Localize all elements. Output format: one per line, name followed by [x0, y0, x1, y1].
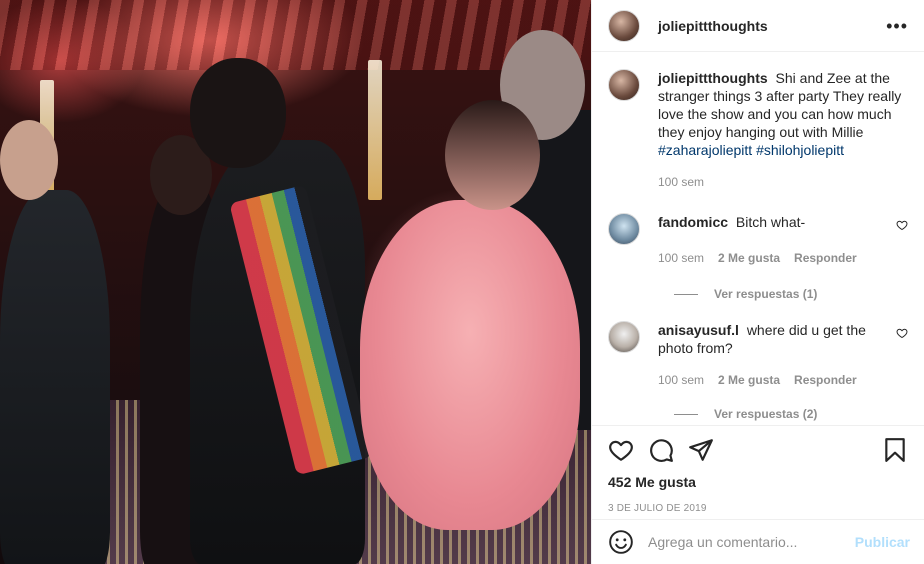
- share-icon[interactable]: [688, 437, 714, 463]
- photo-person-boy-head: [0, 120, 58, 200]
- comment-likes[interactable]: 2 Me gusta: [718, 371, 780, 389]
- comment-likes[interactable]: 2 Me gusta: [718, 249, 780, 267]
- view-replies-label: Ver respuestas (2): [714, 407, 818, 421]
- photo-person-pink-dress: [360, 200, 580, 530]
- more-horizontal-icon[interactable]: •••: [886, 17, 908, 35]
- comment-text-block: anisayusuf.l where did u get the photo f…: [658, 321, 888, 357]
- comment-time[interactable]: 100 sem: [658, 371, 704, 389]
- replies-divider: [674, 413, 698, 415]
- comment-icon[interactable]: [648, 437, 674, 463]
- replies-divider: [674, 293, 698, 295]
- avatar[interactable]: [608, 9, 640, 42]
- comment-avatar[interactable]: [608, 321, 640, 353]
- caption-username[interactable]: joliepittthoughts: [658, 70, 768, 86]
- caption-text-block: joliepittthoughts Shi and Zee at the str…: [658, 69, 908, 159]
- hashtag-link[interactable]: #shilohjoliepitt: [756, 142, 844, 158]
- post-date[interactable]: 3 DE JULIO DE 2019: [608, 503, 908, 514]
- comment-input[interactable]: [648, 534, 855, 550]
- post-header: joliepittthoughts •••: [592, 0, 924, 52]
- photo-light-pillar: [368, 60, 382, 200]
- action-icons: [608, 436, 908, 464]
- comment-item: fandomicc Bitch what- 100 sem 2 Me gusta…: [608, 213, 908, 267]
- hashtag-link[interactable]: #zaharajoliepitt: [658, 142, 752, 158]
- bookmark-icon[interactable]: [882, 437, 908, 463]
- caption-meta: 100 sem: [658, 173, 908, 191]
- emoji-icon[interactable]: [608, 529, 634, 555]
- comment-item: anisayusuf.l where did u get the photo f…: [608, 321, 908, 389]
- publish-button[interactable]: Publicar: [855, 534, 910, 550]
- caption-time[interactable]: 100 sem: [658, 173, 704, 191]
- comment-meta: 100 sem 2 Me gusta Responder: [658, 249, 888, 267]
- reply-button[interactable]: Responder: [794, 371, 857, 389]
- caption-avatar[interactable]: [608, 69, 640, 101]
- comment-username[interactable]: fandomicc: [658, 214, 728, 230]
- view-replies-button[interactable]: Ver respuestas (1): [674, 287, 908, 301]
- comment-username[interactable]: anisayusuf.l: [658, 322, 739, 338]
- heart-icon[interactable]: [608, 437, 634, 463]
- likes-count[interactable]: 452 Me gusta: [608, 474, 908, 490]
- comment-avatar[interactable]: [608, 213, 640, 245]
- post-panel: joliepittthoughts ••• joliepittthoughts …: [591, 0, 924, 564]
- photo-person-pink-dress-head: [445, 100, 540, 210]
- view-replies-button[interactable]: Ver respuestas (2): [674, 407, 908, 421]
- comment-text: Bitch what-: [735, 214, 806, 230]
- comment-time[interactable]: 100 sem: [658, 249, 704, 267]
- comments-list[interactable]: joliepittthoughts Shi and Zee at the str…: [592, 53, 924, 425]
- caption: joliepittthoughts Shi and Zee at the str…: [608, 69, 908, 191]
- comment-heart-icon[interactable]: [896, 327, 908, 339]
- reply-button[interactable]: Responder: [794, 249, 857, 267]
- view-replies-label: Ver respuestas (1): [714, 287, 818, 301]
- comment-text-block: fandomicc Bitch what-: [658, 213, 888, 231]
- photo-person-jacket-head: [190, 58, 286, 168]
- header-username[interactable]: joliepittthoughts: [658, 18, 768, 34]
- post-modal: joliepittthoughts ••• joliepittthoughts …: [0, 0, 924, 564]
- photo-ceiling: [0, 0, 591, 70]
- photo-person-boy: [0, 190, 110, 564]
- comment-meta: 100 sem 2 Me gusta Responder: [658, 371, 888, 389]
- add-comment-bar: Publicar: [592, 519, 924, 564]
- post-actions: 452 Me gusta 3 DE JULIO DE 2019: [592, 425, 924, 519]
- post-photo[interactable]: [0, 0, 591, 564]
- comment-heart-icon[interactable]: [896, 219, 908, 231]
